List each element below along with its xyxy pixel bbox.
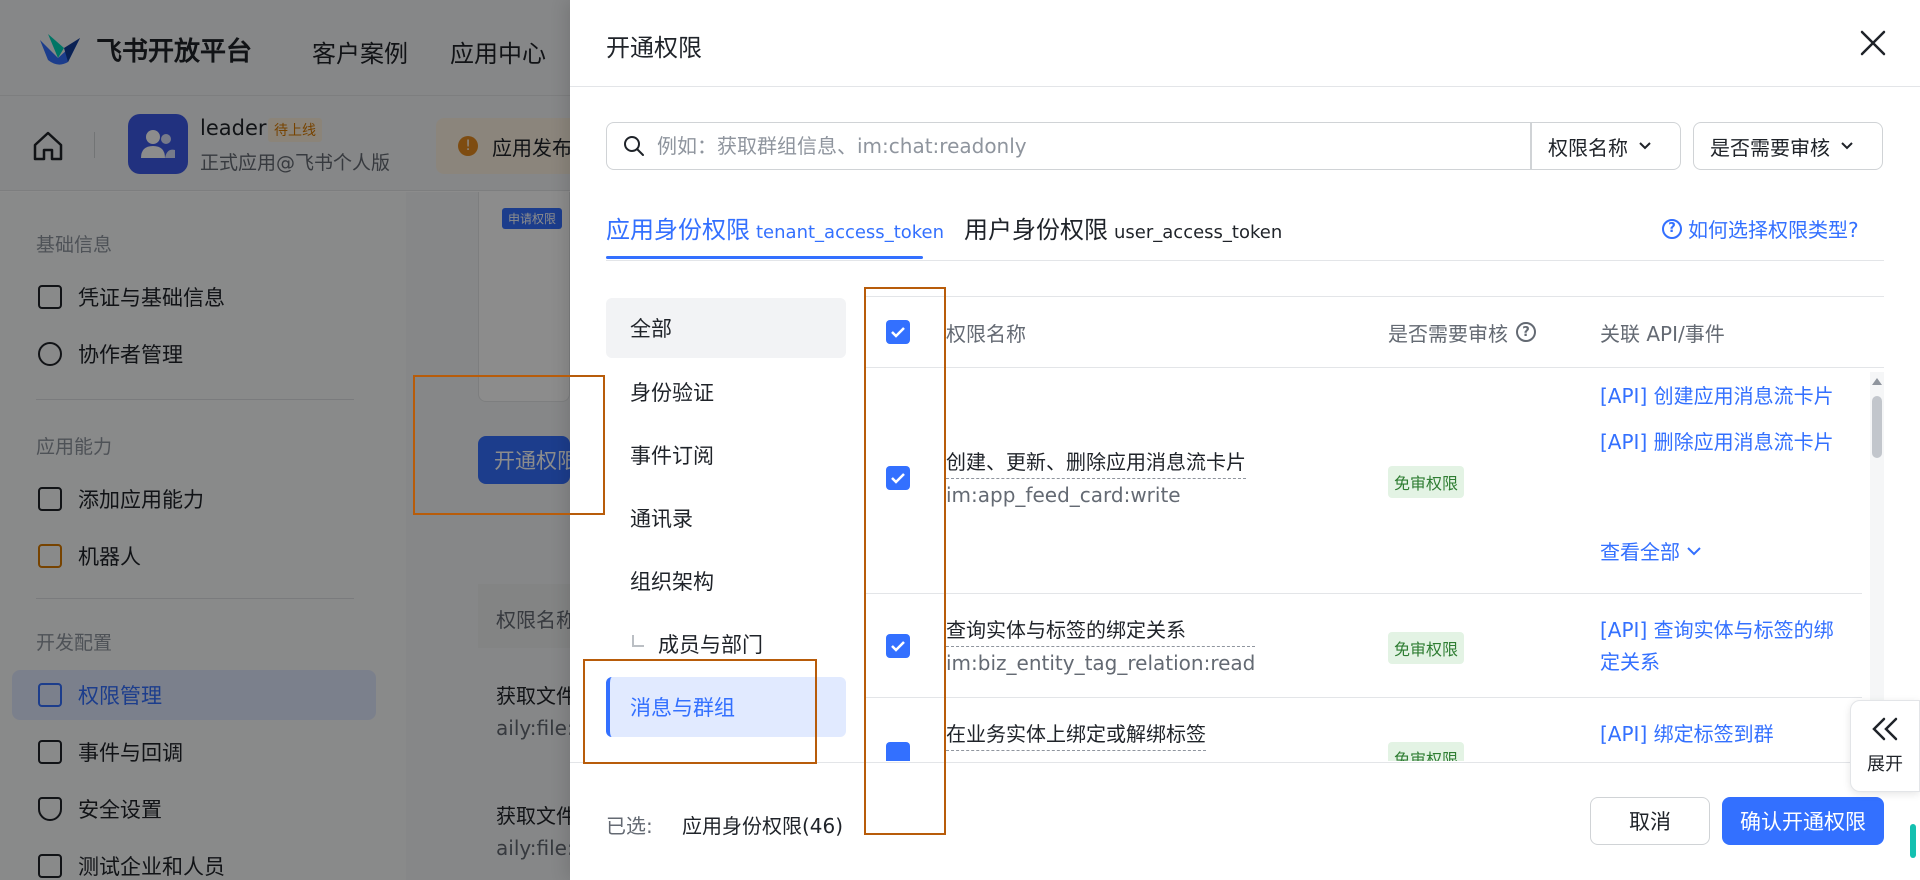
help-link-text: 如何选择权限类型? [1688,218,1859,242]
permission-table: 权限名称 是否需要审核 ? 关联 API/事件 创建、更新、删除应用消息流卡片 … [866,296,1884,761]
related-api-cell: [API] 绑定标签到群 [1600,718,1840,750]
category-auth[interactable]: 身份验证 [606,362,846,422]
permission-search-input[interactable] [657,134,1457,158]
tab-token: user_access_token [1114,222,1283,243]
category-all[interactable]: 全部 [606,298,846,358]
tab-label: 应用身份权限 [606,216,750,244]
column-label: 是否需要审核 [1388,321,1508,346]
cancel-button[interactable]: 取消 [1590,797,1710,845]
filter-permission-name-select[interactable]: 权限名称 [1531,122,1681,170]
close-icon[interactable] [1856,26,1890,60]
tabs-divider [606,260,1884,261]
permission-code: im:biz_entity_tag_relation:read [946,651,1256,675]
column-needs-review: 是否需要审核 ? [1388,318,1536,347]
filter-review-select[interactable]: 是否需要审核 [1693,122,1883,170]
api-link[interactable]: [API] 绑定标签到群 [1600,718,1840,750]
tree-branch-icon [632,635,644,647]
footer-divider [570,762,1920,763]
category-label: 成员与部门 [658,633,763,657]
selected-label: 已选: [606,814,653,838]
permission-type-help-link[interactable]: ? 如何选择权限类型? [1662,214,1859,243]
category-events[interactable]: 事件订阅 [606,425,846,485]
column-permission-name: 权限名称 [946,321,1026,346]
view-all-label: 查看全部 [1600,540,1680,564]
related-api-cell: [API] 创建应用消息流卡片 [API] 删除应用消息流卡片 [1600,380,1840,458]
scroll-up-arrow-icon[interactable] [1872,378,1882,385]
category-messages-groups[interactable]: 消息与群组 [606,677,846,737]
related-api-cell: [API] 查询实体与标签的绑定关系 [1600,614,1840,678]
tab-token: tenant_access_token [756,222,945,243]
check-icon [891,473,905,484]
search-icon [624,136,644,156]
row-checkbox[interactable] [886,742,910,761]
tab-label: 用户身份权限 [964,216,1108,244]
chevron-down-icon [1687,546,1701,555]
tab-tenant-permissions[interactable]: 应用身份权限 tenant_access_token [606,210,944,245]
permission-name-cell: 查询实体与标签的绑定关系 im:biz_entity_tag_relation:… [946,614,1256,679]
question-icon[interactable]: ? [1516,322,1536,342]
check-icon [891,641,905,652]
drawer-title: 开通权限 [606,34,702,62]
permission-code: im:app_feed_card:write [946,483,1181,507]
table-row: 创建、更新、删除应用消息流卡片 im:app_feed_card:write 免… [866,368,1862,594]
review-free-tag: 免审权限 [1388,466,1465,498]
filter-label: 是否需要审核 [1710,135,1830,160]
expand-panel-button[interactable]: 展开 [1850,700,1920,792]
question-icon: ? [1662,218,1682,239]
api-link[interactable]: [API] 创建应用消息流卡片 [1600,380,1840,412]
api-link[interactable]: [API] 查询实体与标签的绑定关系 [1600,614,1840,678]
category-org[interactable]: 组织架构 [606,551,846,611]
scroll-indicator [1910,824,1916,858]
check-icon [891,327,905,338]
expand-label: 展开 [1867,754,1903,775]
divider [570,86,1920,87]
modal-mask[interactable] [0,0,570,880]
review-free-tag: 免审权限 [1388,632,1465,664]
filter-label: 权限名称 [1548,135,1628,160]
selected-count[interactable]: 应用身份权限(46) [682,810,843,839]
category-members-departments[interactable]: 成员与部门 [606,614,846,674]
select-all-checkbox[interactable] [886,320,910,344]
double-chevron-left-icon [1872,717,1898,741]
permission-name-cell: 创建、更新、删除应用消息流卡片 im:app_feed_card:write [946,446,1246,511]
view-all-link[interactable]: 查看全部 [1600,536,1702,565]
column-related-api: 关联 API/事件 [1600,321,1725,346]
scrollbar-thumb[interactable] [1872,396,1882,458]
table-row: 查询实体与标签的绑定关系 im:biz_entity_tag_relation:… [866,594,1862,698]
tab-user-permissions[interactable]: 用户身份权限 user_access_token [964,210,1282,245]
category-contacts[interactable]: 通讯录 [606,488,846,548]
table-row: 在业务实体上绑定或解绑标签 免审权限 [API] 绑定标签到群 [866,698,1862,761]
permission-name-cell: 在业务实体上绑定或解绑标签 [946,718,1206,751]
chevron-down-icon [1639,142,1651,150]
open-permission-drawer: 开通权限 权限名称 是否需要审核 应用身份权限 tenant_access_tok… [570,0,1920,880]
table-header: 权限名称 是否需要审核 ? 关联 API/事件 [866,296,1884,368]
permission-title: 创建、更新、删除应用消息流卡片 [946,446,1246,479]
permission-title: 查询实体与标签的绑定关系 [946,614,1256,647]
permission-title: 在业务实体上绑定或解绑标签 [946,718,1206,751]
active-tab-indicator [606,256,923,259]
api-link[interactable]: [API] 删除应用消息流卡片 [1600,426,1840,458]
chevron-down-icon [1841,142,1853,150]
permission-search-field[interactable] [606,122,1531,170]
row-checkbox[interactable] [886,466,910,490]
review-free-tag: 免审权限 [1388,742,1465,761]
confirm-open-button[interactable]: 确认开通权限 [1722,797,1884,845]
row-checkbox[interactable] [886,634,910,658]
